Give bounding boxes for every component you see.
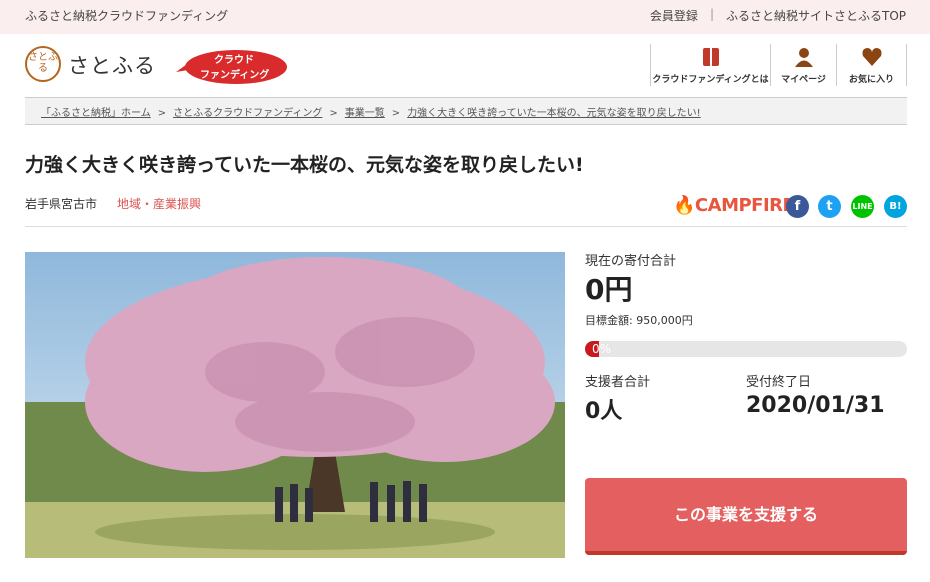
register-link[interactable]: 会員登録 xyxy=(650,7,698,24)
project-location: 岩手県宮古市 xyxy=(25,197,98,211)
crumb-sep: > xyxy=(391,108,401,119)
logo-mark-text: さとふる xyxy=(28,52,58,74)
crumb-crowdfunding[interactable]: さとふるクラウドファンディング xyxy=(173,108,322,119)
page-title: 力強く大きく咲き誇っていた一本桜の、元気な姿を取り戻したい! xyxy=(25,154,584,176)
total-amount: 0円 xyxy=(585,273,633,306)
line-share-icon[interactable]: LINE xyxy=(851,195,874,218)
target-amount: 目標金額: 950,000円 xyxy=(585,314,693,327)
divider xyxy=(25,226,907,227)
satofull-top-link[interactable]: ふるさと納税サイトさとふるTOP xyxy=(726,7,906,24)
hatena-bookmark-icon[interactable]: B! xyxy=(884,195,907,218)
campfire-logo[interactable]: 🔥CAMPFIRE xyxy=(673,195,795,216)
progress-percent: 0% xyxy=(592,342,612,356)
person-icon xyxy=(794,48,813,67)
crumb-sep: > xyxy=(157,108,167,119)
supporters-value: 0人 xyxy=(585,399,623,424)
logo-icon[interactable]: さとふる xyxy=(25,46,61,82)
deadline-label: 受付終了日 xyxy=(746,375,812,390)
supporters-label: 支援者合計 xyxy=(585,375,651,390)
nav-favorites-label: お気に入り xyxy=(848,75,894,85)
facebook-share-icon[interactable]: f xyxy=(786,195,809,218)
site-header: さとふる さとふる クラウド ファンディング クラウドファンディングとは マイペ… xyxy=(0,34,930,96)
project-photo xyxy=(25,252,565,558)
crumb-projects[interactable]: 事業一覧 xyxy=(345,108,385,119)
progress-bar: 0% xyxy=(585,341,907,357)
heart-icon xyxy=(862,48,881,66)
cherry-tree-image xyxy=(25,252,565,558)
badge-line2: ファンディング xyxy=(200,70,270,81)
nav-mypage[interactable]: マイページ xyxy=(770,44,836,86)
top-bar: ふるさと納税クラウドファンディング 会員登録 | ふるさと納税サイトさとふるTO… xyxy=(0,0,930,34)
support-button[interactable]: この事業を支援する xyxy=(585,478,907,555)
logo-text[interactable]: さとふる xyxy=(68,50,156,80)
crowdfunding-badge[interactable]: クラウド ファンディング xyxy=(176,48,288,86)
nav-about-label: クラウドファンディングとは xyxy=(652,75,769,85)
book-icon xyxy=(702,48,719,66)
total-label: 現在の寄付合計 xyxy=(585,254,677,269)
top-links: 会員登録 | ふるさと納税サイトさとふるTOP xyxy=(650,7,906,24)
deadline-value: 2020/01/31 xyxy=(746,393,885,418)
breadcrumb: 「ふるさと納税」ホーム > さとふるクラウドファンディング > 事業一覧 > 力強く大きく咲… xyxy=(25,97,907,125)
twitter-share-icon[interactable]: t xyxy=(818,195,841,218)
crumb-current[interactable]: 力強く大きく咲き誇っていた一本桜の、元気な姿を取り戻したい! xyxy=(407,108,701,119)
site-title: ふるさと納税クラウドファンディング xyxy=(25,9,229,23)
nav-about[interactable]: クラウドファンディングとは xyxy=(650,44,770,86)
flame-icon: 🔥 xyxy=(673,195,695,216)
crumb-home[interactable]: 「ふるさと納税」ホーム xyxy=(41,108,151,119)
badge-line1: クラウド xyxy=(214,55,254,66)
project-category[interactable]: 地域・産業振興 xyxy=(117,195,201,212)
crumb-sep: > xyxy=(329,108,338,119)
campfire-label: CAMPFIRE xyxy=(694,195,795,216)
nav-mypage-label: マイページ xyxy=(781,75,826,85)
divider: | xyxy=(709,7,714,21)
nav-favorites[interactable]: お気に入り xyxy=(836,44,907,86)
